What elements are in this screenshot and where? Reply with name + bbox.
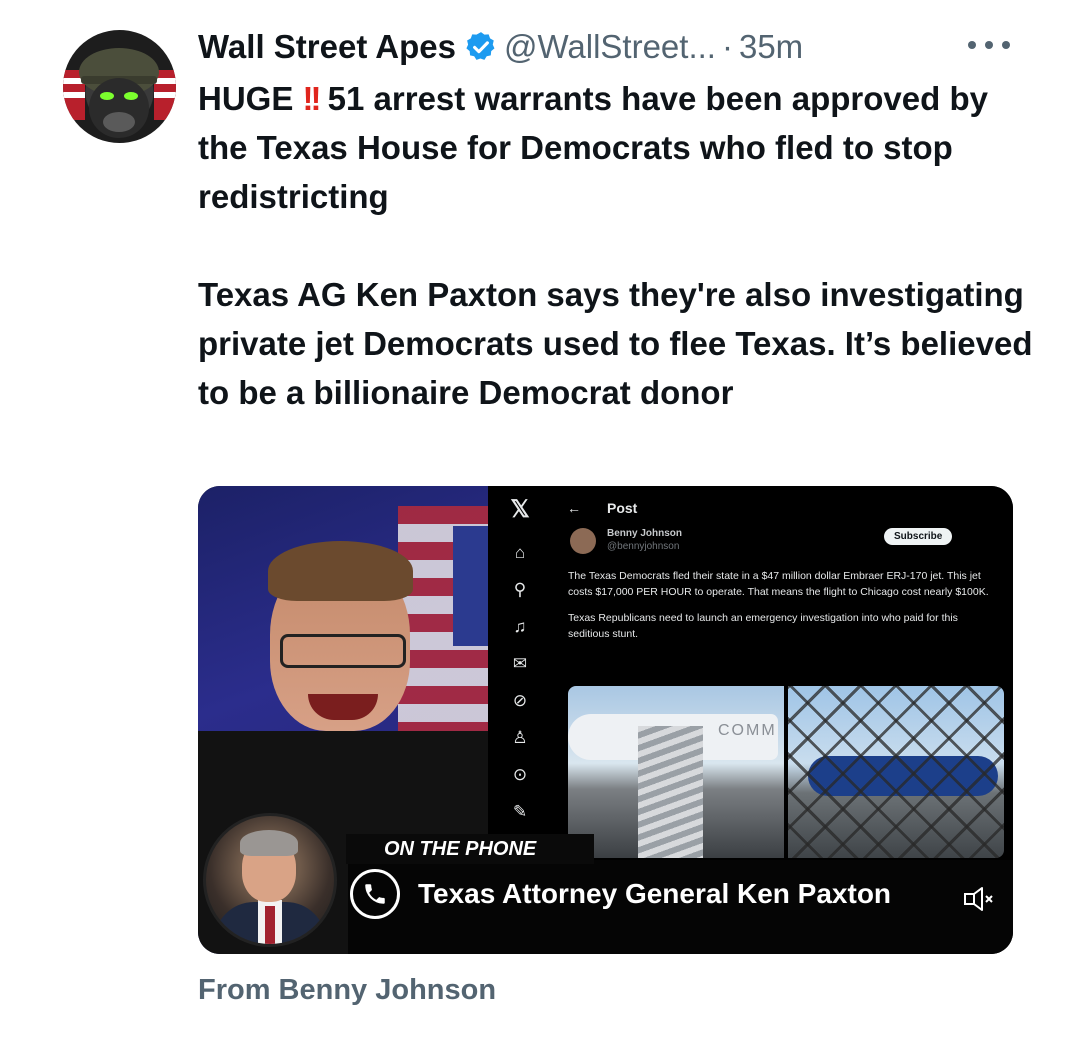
phone-icon [350, 869, 400, 919]
author-name[interactable]: Wall Street Apes [198, 28, 456, 66]
embedded-post-title: Post [607, 500, 638, 516]
embedded-post-body: The Texas Democrats fled their state in … [568, 568, 998, 652]
profile-icon: ♙ [512, 728, 528, 747]
speaker-glasses [280, 634, 406, 668]
grok-icon: ⊘ [512, 691, 528, 710]
double-exclamation-emoji: !! [302, 80, 322, 117]
jet-stairs-photo: COMM [568, 686, 784, 858]
speaker-hair [268, 541, 413, 601]
bell-icon: ♫ [513, 617, 527, 636]
flag-canton [453, 526, 488, 646]
home-icon: ⌂ [514, 543, 526, 562]
jet-livery-text: COMM [718, 722, 777, 739]
post-time[interactable]: 35m [739, 28, 803, 66]
video-media[interactable]: 𝕏 ⌂ ⚲ ♫ ✉ ⊘ ♙ ⊙ ✎ ← Post Benny Johnson @… [198, 486, 1013, 954]
author-avatar[interactable] [63, 30, 176, 143]
embedded-handle: @bennyjohnson [607, 541, 680, 552]
search-icon: ⚲ [513, 580, 527, 599]
embedded-avatar [570, 528, 596, 554]
guest-tie [265, 906, 275, 944]
tweet-header: Wall Street Apes @WallStreet... · 35m [198, 24, 803, 70]
more-icon: ⊙ [512, 765, 528, 784]
tweet-paragraph-1: HUGE !! 51 arrest warrants have been app… [198, 74, 1038, 221]
embedded-photos: COMM [568, 686, 1004, 858]
separator-dot: · [721, 28, 733, 65]
more-options-icon[interactable] [968, 30, 1010, 60]
on-the-phone-label: ON THE PHONE [346, 834, 594, 864]
embedded-body-1: The Texas Democrats fled their state in … [568, 570, 989, 598]
compose-icon: ✎ [512, 802, 528, 821]
guest-hair [240, 830, 298, 856]
embedded-user: Benny Johnson [607, 528, 683, 539]
tweet-paragraph-2: Texas AG Ken Paxton says they're also in… [198, 276, 1033, 411]
x-logo-icon: 𝕏 [510, 496, 530, 523]
media-attribution[interactable]: From Benny Johnson [198, 974, 496, 1007]
embedded-body-2: Texas Republicans need to launch an emer… [568, 612, 958, 640]
caption-text: Texas Attorney General Ken Paxton [418, 878, 892, 909]
embedded-post-header: ← Post [567, 500, 637, 516]
gorilla-helmet-avatar-icon [63, 48, 176, 138]
embedded-subscribe-button: Subscribe [884, 528, 953, 545]
author-handle[interactable]: @WallStreet... [504, 28, 716, 66]
verified-badge-icon [466, 32, 495, 60]
lower-third-caption: Texas Attorney General Ken Paxton [350, 866, 891, 922]
tweet-huge: HUGE [198, 80, 294, 117]
chain-link-fence [788, 686, 1004, 858]
guest-portrait [203, 813, 337, 947]
boarding-stairs [638, 726, 703, 858]
mail-icon: ✉ [512, 654, 528, 673]
mute-icon[interactable] [964, 886, 994, 912]
tweet-text: HUGE !! 51 arrest warrants have been app… [198, 74, 1038, 417]
back-arrow-icon: ← [567, 500, 581, 516]
jet-fence-photo [788, 686, 1004, 858]
